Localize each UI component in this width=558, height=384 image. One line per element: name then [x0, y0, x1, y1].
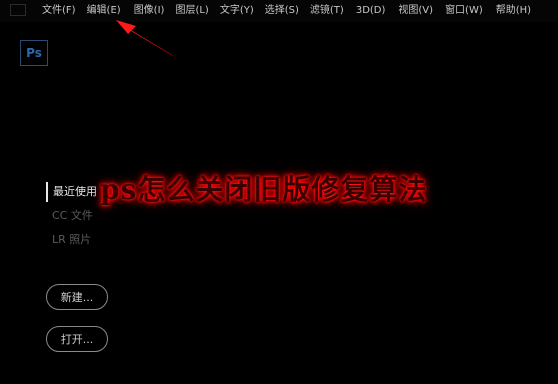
- menu-type[interactable]: 文字(Y): [220, 0, 254, 22]
- menu-layer[interactable]: 图层(L): [175, 0, 208, 22]
- menu-window[interactable]: 窗口(W): [445, 0, 483, 22]
- menu-items: 文件(F) 编辑(E) 图像(I) 图层(L) 文字(Y) 选择(S) 滤镜(T…: [42, 0, 531, 22]
- open-button[interactable]: 打开...: [46, 326, 108, 352]
- arrow-shaft-icon: [126, 27, 176, 58]
- menu-3d[interactable]: 3D(D): [356, 0, 386, 22]
- photoshop-logo-icon: Ps: [20, 40, 48, 66]
- nav-item-cc-files[interactable]: CC 文件: [46, 206, 97, 226]
- menu-help[interactable]: 帮助(H): [496, 0, 531, 22]
- menu-edit[interactable]: 编辑(E): [87, 0, 121, 22]
- new-button[interactable]: 新建...: [46, 284, 108, 310]
- menu-bar: 文件(F) 编辑(E) 图像(I) 图层(L) 文字(Y) 选择(S) 滤镜(T…: [0, 0, 558, 22]
- overlay-caption: ps怎么关闭旧版修复算法: [100, 173, 428, 206]
- nav-item-recent[interactable]: 最近使用: [46, 182, 97, 202]
- menu-image[interactable]: 图像(I): [134, 0, 165, 22]
- app-menu-icon[interactable]: [10, 4, 26, 16]
- nav-item-lr-photos[interactable]: LR 照片: [46, 230, 97, 250]
- home-left-nav: 最近使用 CC 文件 LR 照片: [46, 182, 97, 254]
- menu-filter[interactable]: 滤镜(T): [310, 0, 344, 22]
- menu-select[interactable]: 选择(S): [265, 0, 299, 22]
- menu-file[interactable]: 文件(F): [42, 0, 76, 22]
- arrow-head-icon: [116, 20, 136, 34]
- menu-view[interactable]: 视图(V): [398, 0, 433, 22]
